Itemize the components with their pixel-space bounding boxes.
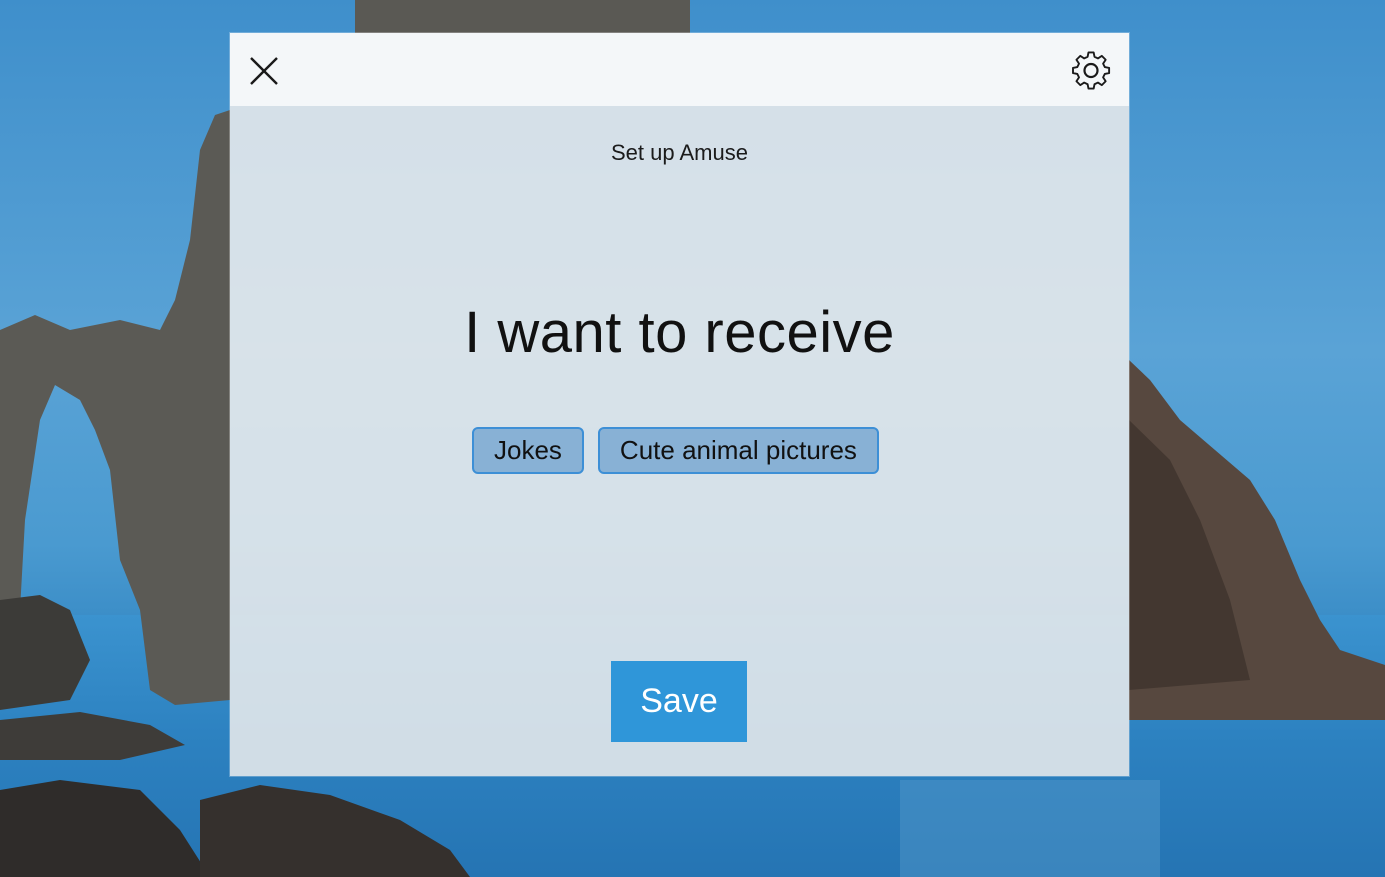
- dialog-titlebar: [230, 33, 1129, 106]
- dialog-subtitle: Set up Amuse: [611, 140, 748, 165]
- page-title: I want to receive: [464, 300, 895, 365]
- option-chips: Jokes Cute animal pictures: [472, 427, 879, 474]
- desktop-wallpaper: Set up Amuse I want to receive Jokes Cut…: [0, 0, 1385, 877]
- chip-cute-animal-pictures[interactable]: Cute animal pictures: [597, 427, 879, 474]
- close-icon: [250, 57, 278, 85]
- settings-button[interactable]: [1070, 49, 1112, 91]
- chip-jokes[interactable]: Jokes: [472, 427, 584, 474]
- setup-dialog: Set up Amuse I want to receive Jokes Cut…: [230, 33, 1129, 776]
- gear-icon: [1072, 51, 1111, 90]
- save-button[interactable]: Save: [611, 661, 747, 742]
- close-button[interactable]: [244, 51, 284, 91]
